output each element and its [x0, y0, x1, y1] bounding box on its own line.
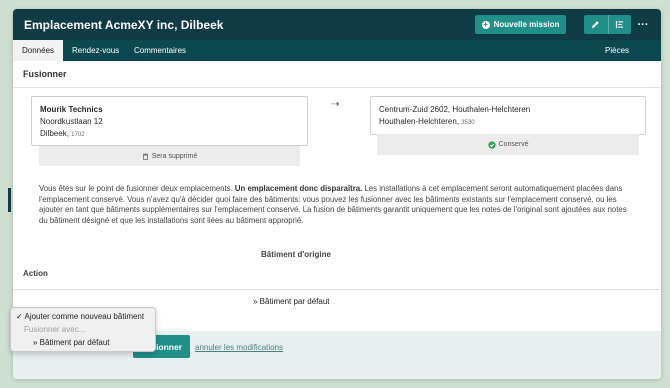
- tool-button-group: [584, 15, 631, 34]
- tab-donnees[interactable]: Données: [13, 40, 64, 61]
- new-mission-button[interactable]: + Nouvelle mission: [475, 15, 566, 34]
- target-status-label: Conservé: [498, 141, 529, 148]
- source-status-bar: Sera supprimé: [39, 146, 300, 166]
- window-title: Emplacement AcmeXY inc, Dilbeek: [24, 18, 224, 32]
- edit-button[interactable]: [584, 15, 608, 34]
- target-city: Houthalen-Helchteren: [379, 117, 457, 126]
- merge-direction-arrow-icon: ⇢: [331, 99, 339, 110]
- target-street: Centrum-Zuid 2602, Houthalen-Helchteren: [379, 105, 531, 114]
- list-button[interactable]: [607, 15, 632, 34]
- option-merge-with: Fusionner avec...: [24, 325, 86, 334]
- check-circle-icon: [487, 140, 496, 149]
- new-mission-label: Nouvelle mission: [493, 20, 560, 29]
- tab-pieces-jointes[interactable]: Pièces jointes: [596, 40, 661, 76]
- action-dropdown-menu: ✓ Ajouter comme nouveau bâtiment Fusionn…: [10, 307, 156, 352]
- target-location-card: Centrum-Zuid 2602, Houthalen-Helchteren …: [370, 96, 646, 135]
- more-menu-button[interactable]: ···: [634, 15, 652, 34]
- source-city-line: Dilbeek, 1702: [40, 129, 85, 138]
- target-postcode: 3530: [461, 120, 475, 126]
- tab-bar: Données Rendez-vous Commentaires Pièces …: [13, 40, 661, 76]
- row-divider: [13, 289, 661, 290]
- side-marker: [8, 188, 11, 212]
- row-label-action: Action: [23, 269, 48, 278]
- source-name: Mourik Technics: [40, 105, 103, 114]
- source-city: Dilbeek: [40, 129, 67, 138]
- column-header-original-building: Bâtiment d'origine: [261, 250, 331, 259]
- plus-circle-icon: +: [481, 19, 490, 29]
- target-status-bar: Conservé: [377, 134, 639, 155]
- source-status-label: Sera supprimé: [151, 152, 198, 160]
- list-icon: [616, 20, 624, 29]
- source-location-card: Mourik Technics Noordkustlaan 12 Dilbeek…: [31, 96, 308, 146]
- option-add-new-building[interactable]: ✓ Ajouter comme nouveau bâtiment: [16, 312, 144, 321]
- merge-explanation: Vous êtes sur le point de fusionner deux…: [39, 184, 634, 226]
- title-bar: Emplacement AcmeXY inc, Dilbeek + Nouvel…: [13, 9, 661, 40]
- explanation-warning: Un emplacement donc disparaîtra.: [234, 184, 363, 193]
- explanation-text-1: Vous êtes sur le point de fusionner deux…: [39, 184, 235, 193]
- section-title: Fusionner: [23, 69, 67, 79]
- source-postcode: 1702: [71, 132, 85, 138]
- tab-rendez-vous[interactable]: Rendez-vous: [63, 40, 128, 61]
- target-city-line: Houthalen-Helchteren, 3530: [379, 117, 475, 126]
- cancel-changes-link[interactable]: annuler les modifications: [195, 343, 283, 352]
- source-street: Noordkustlaan 12: [40, 117, 103, 126]
- pencil-icon: [592, 21, 599, 29]
- section-divider: [13, 87, 661, 88]
- tab-commentaires[interactable]: Commentaires: [125, 40, 195, 61]
- trash-icon: [142, 153, 148, 160]
- action-select[interactable]: » Bâtiment par défaut: [253, 297, 330, 306]
- option-default-building[interactable]: » Bâtiment par défaut: [33, 338, 110, 347]
